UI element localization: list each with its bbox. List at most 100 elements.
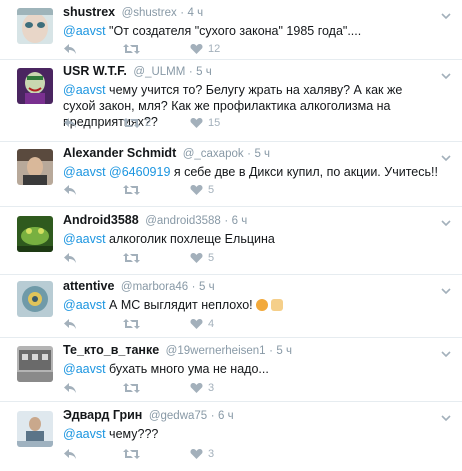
avatar[interactable] — [17, 8, 53, 44]
tweet-item[interactable]: attentive @marbora46 · 5 ч @aavst А МС в… — [0, 275, 462, 338]
tweet-header: Эдвард Грин @gedwa75 · 6 ч — [63, 408, 438, 424]
tweet-item[interactable]: shustrex @shustrex · 4 ч @aavst "От созд… — [0, 0, 462, 60]
reply-button[interactable] — [63, 184, 123, 196]
tweet-header: Android3588 @android3588 · 6 ч — [63, 213, 438, 229]
tweet-actions: 3 — [63, 447, 250, 461]
tweet-header: Alexander Schmidt @_caxapok · 5 ч — [63, 146, 438, 162]
mention-link[interactable]: @aavst — [63, 24, 106, 38]
like-button[interactable]: 3 — [190, 382, 250, 394]
like-button[interactable]: 3 — [190, 448, 250, 460]
reply-feed: shustrex @shustrex · 4 ч @aavst "От созд… — [0, 0, 462, 471]
retweet-button[interactable] — [123, 448, 190, 460]
tweet-item[interactable]: Те_кто_в_танке @19wernerheisen1 · 5 ч @a… — [0, 338, 462, 402]
tweet-text: @aavst А МС выглядит неплохо! — [63, 297, 438, 313]
author-handle[interactable]: @_caxapok — [183, 148, 244, 160]
like-count: 5 — [208, 184, 215, 196]
tweet-text: @aavst алкоголик похлеще Ельцина — [63, 231, 438, 247]
tweet-actions: 4 — [63, 317, 250, 331]
tweet-text: @aavst чему??? — [63, 426, 438, 442]
author-name[interactable]: attentive — [63, 279, 114, 293]
tweet-time[interactable]: 6 ч — [232, 215, 248, 227]
like-count: 3 — [208, 382, 215, 394]
mention-link[interactable]: @aavst — [63, 362, 106, 376]
reply-button[interactable] — [63, 318, 123, 330]
avatar[interactable] — [17, 346, 53, 382]
author-handle[interactable]: @19wernerheisen1 — [166, 345, 266, 357]
author-name[interactable]: Те_кто_в_танке — [63, 343, 159, 357]
tweet-header: Те_кто_в_танке @19wernerheisen1 · 5 ч — [63, 343, 438, 359]
tweet-text: @aavst "От создателя "сухого закона" 198… — [63, 23, 438, 39]
reply-button[interactable] — [63, 382, 123, 394]
mention-link[interactable]: @aavst @6460919 — [63, 165, 170, 179]
retweet-count: 2 — [145, 117, 152, 129]
heart-icon — [190, 253, 203, 263]
tweet-time[interactable]: 4 ч — [188, 7, 204, 19]
author-name[interactable]: USR W.T.F. — [63, 64, 127, 78]
reply-button[interactable] — [63, 252, 123, 264]
chevron-down-icon[interactable] — [440, 10, 452, 22]
avatar[interactable] — [17, 216, 53, 252]
tweet-time[interactable]: 5 ч — [276, 345, 292, 357]
retweet-button[interactable] — [123, 43, 190, 55]
tweet-item[interactable]: Эдвард Грин @gedwa75 · 6 ч @aavst чему??… — [0, 402, 462, 471]
author-handle[interactable]: @_ULMM — [133, 66, 185, 78]
author-name[interactable]: Android3588 — [63, 213, 139, 227]
author-handle[interactable]: @android3588 — [145, 215, 221, 227]
author-handle[interactable]: @shustrex — [122, 7, 177, 19]
retweet-button[interactable] — [123, 318, 190, 330]
tweet-actions: 3 — [63, 381, 250, 395]
like-count: 5 — [208, 252, 215, 264]
avatar[interactable] — [17, 68, 53, 104]
author-name[interactable]: shustrex — [63, 5, 115, 19]
mention-link[interactable]: @aavst — [63, 427, 106, 441]
like-button[interactable]: 5 — [190, 252, 250, 264]
mention-link[interactable]: @aavst — [63, 232, 106, 246]
tweet-time[interactable]: 5 ч — [196, 66, 212, 78]
retweet-button[interactable] — [123, 184, 190, 196]
chevron-down-icon[interactable] — [440, 285, 452, 297]
like-button[interactable]: 15 — [190, 117, 250, 129]
author-name[interactable]: Alexander Schmidt — [63, 146, 176, 160]
tweet-time[interactable]: 5 ч — [199, 281, 215, 293]
heart-icon — [190, 449, 203, 459]
tweet-item[interactable]: Android3588 @android3588 · 6 ч @aavst ал… — [0, 207, 462, 275]
author-handle[interactable]: @marbora46 — [121, 281, 188, 293]
tweet-body: алкоголик похлеще Ельцина — [105, 232, 275, 246]
mention-link[interactable]: @aavst — [63, 298, 106, 312]
author-name[interactable]: Эдвард Грин — [63, 408, 142, 422]
tweet-item[interactable]: USR W.T.F. @_ULMM · 5 ч @aavst чему учит… — [0, 60, 462, 142]
like-button[interactable]: 4 — [190, 318, 250, 330]
like-button[interactable]: 5 — [190, 184, 250, 196]
chevron-down-icon[interactable] — [440, 70, 452, 82]
tweet-item[interactable]: Alexander Schmidt @_caxapok · 5 ч @aavst… — [0, 142, 462, 207]
reply-button[interactable] — [63, 448, 123, 460]
avatar[interactable] — [17, 281, 53, 317]
like-count: 3 — [208, 448, 215, 460]
separator-dot: · — [210, 410, 215, 422]
avatar[interactable] — [17, 411, 53, 447]
tweet-body: А МС выглядит неплохо! — [105, 298, 253, 312]
retweet-icon — [123, 118, 140, 128]
author-handle[interactable]: @gedwa75 — [149, 410, 207, 422]
reply-icon — [64, 319, 76, 329]
separator-dot: · — [180, 7, 185, 19]
reply-button[interactable] — [63, 117, 123, 129]
retweet-icon — [123, 185, 140, 195]
like-button[interactable]: 12 — [190, 43, 250, 55]
chevron-down-icon[interactable] — [440, 152, 452, 164]
chevron-down-icon[interactable] — [440, 348, 452, 360]
reply-icon — [64, 449, 76, 459]
retweet-button[interactable] — [123, 382, 190, 394]
mention-link[interactable]: @aavst — [63, 83, 106, 97]
chevron-down-icon[interactable] — [440, 217, 452, 229]
tweet-body: "От создателя "сухого закона" 1985 года"… — [105, 24, 362, 38]
avatar[interactable] — [17, 149, 53, 185]
reply-icon — [64, 44, 76, 54]
retweet-button[interactable]: 2 — [123, 117, 190, 129]
chevron-down-icon[interactable] — [440, 412, 452, 424]
tweet-time[interactable]: 5 ч — [254, 148, 270, 160]
tweet-text: @aavst @6460919 я себе две в Дикси купил… — [63, 164, 438, 180]
reply-button[interactable] — [63, 43, 123, 55]
tweet-time[interactable]: 6 ч — [218, 410, 234, 422]
retweet-button[interactable] — [123, 252, 190, 264]
